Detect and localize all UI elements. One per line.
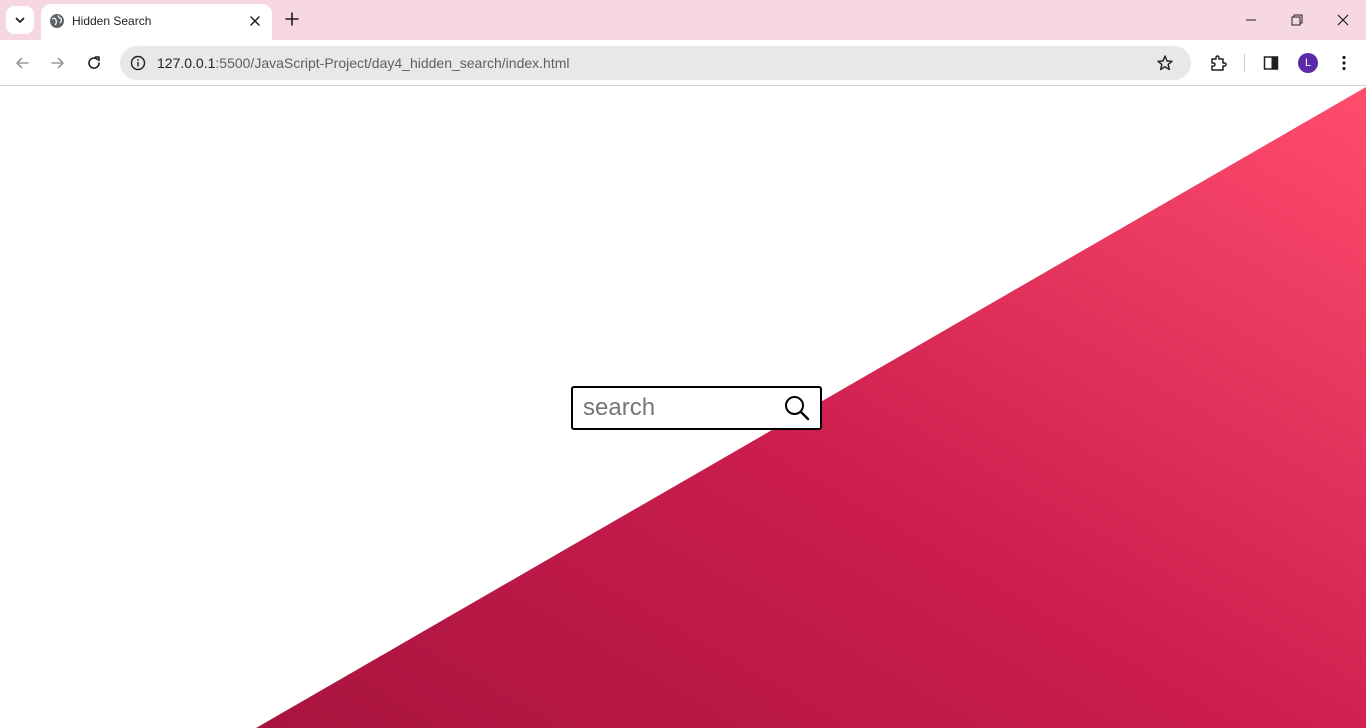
window-minimize-button[interactable] (1233, 6, 1269, 34)
profile-button[interactable]: L (1297, 52, 1319, 74)
site-info-button[interactable] (128, 53, 148, 73)
extensions-button[interactable] (1207, 52, 1229, 74)
browser-tab-active[interactable]: Hidden Search (41, 4, 272, 40)
url-host: 127.0.0.1 (157, 55, 216, 71)
info-icon (130, 55, 146, 71)
new-tab-button[interactable] (281, 8, 303, 30)
browser-menu-button[interactable] (1333, 52, 1355, 74)
restore-icon (1291, 14, 1303, 26)
page-viewport (0, 87, 1366, 728)
reload-icon (88, 56, 100, 69)
tab-search-button[interactable] (6, 6, 34, 34)
url-text: 127.0.0.1:5500/JavaScript-Project/day4_h… (157, 55, 570, 71)
arrow-right-icon (51, 57, 64, 69)
star-icon (1157, 55, 1173, 71)
close-icon (1337, 14, 1349, 26)
search-input[interactable] (573, 388, 771, 428)
chevron-down-icon (15, 17, 25, 23)
search-container (571, 386, 822, 430)
minimize-icon (1246, 19, 1256, 21)
kebab-menu-icon (1342, 55, 1346, 71)
puzzle-icon (1211, 55, 1227, 71)
window-restore-button[interactable] (1279, 6, 1315, 34)
globe-icon (50, 14, 64, 28)
back-button[interactable] (10, 51, 34, 75)
bookmark-button[interactable] (1155, 53, 1175, 73)
close-icon (250, 16, 260, 26)
toolbar-divider (1244, 54, 1245, 72)
browser-toolbar: 127.0.0.1:5500/JavaScript-Project/day4_h… (0, 40, 1366, 86)
tab-close-button[interactable] (246, 12, 264, 30)
window-close-button[interactable] (1325, 6, 1361, 34)
side-panel-button[interactable] (1260, 52, 1282, 74)
side-panel-icon (1263, 56, 1279, 70)
arrow-left-icon (16, 57, 29, 69)
plus-icon (285, 12, 299, 26)
reload-button[interactable] (82, 51, 106, 75)
search-icon (784, 396, 809, 421)
search-button[interactable] (773, 388, 820, 428)
address-bar[interactable]: 127.0.0.1:5500/JavaScript-Project/day4_h… (120, 46, 1191, 80)
forward-button[interactable] (46, 51, 70, 75)
url-path: :5500/JavaScript-Project/day4_hidden_sea… (215, 55, 570, 71)
tab-strip: Hidden Search (0, 0, 1366, 40)
tab-title: Hidden Search (72, 14, 152, 28)
avatar: L (1298, 53, 1318, 73)
